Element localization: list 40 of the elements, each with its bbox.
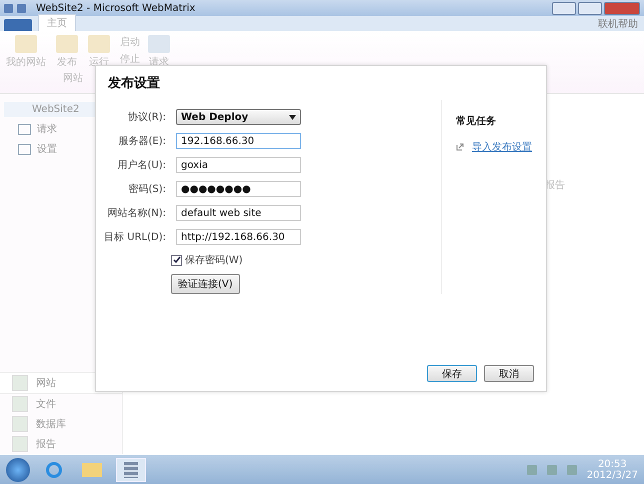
dropdown-caret-icon <box>289 114 296 120</box>
app-taskbar-icon[interactable] <box>116 458 146 482</box>
clock[interactable]: 20:53 2012/3/27 <box>586 458 638 480</box>
import-link[interactable]: 导入发布设置 <box>472 140 532 154</box>
field-label: 网站名称(N): <box>106 206 166 220</box>
verify-button[interactable]: 验证连接(V) <box>171 274 240 294</box>
field-label: 协议(R): <box>126 110 166 124</box>
ribbon-tab[interactable]: 主页 <box>38 14 76 31</box>
protocol-dropdown[interactable]: Web Deploy <box>176 109 301 125</box>
nav-item[interactable]: 文件 <box>0 394 122 414</box>
restore-button[interactable] <box>578 2 602 14</box>
window-title: WebSite2 - Microsoft WebMatrix <box>36 2 196 14</box>
field-label: 服务器(E): <box>118 135 166 148</box>
input-field[interactable]: goxia <box>176 157 301 173</box>
external-link-icon <box>456 143 464 151</box>
dialog-button[interactable]: 取消 <box>484 365 534 382</box>
checkbox-label[interactable]: 保存密码(W) <box>185 253 243 267</box>
help-link[interactable]: 联机帮助 <box>598 16 644 30</box>
tree-item[interactable]: 请求 <box>4 121 118 137</box>
group-label: 网站 <box>63 72 83 85</box>
input-field[interactable]: 192.168.66.30 <box>176 133 301 149</box>
tree-item[interactable]: 设置 <box>4 141 118 157</box>
checkbox[interactable] <box>171 254 182 266</box>
ribbon-small-button[interactable]: 启动 <box>120 35 140 49</box>
field-label: 用户名(U): <box>116 158 166 172</box>
ribbon-button[interactable]: 我的网站 <box>6 35 46 69</box>
field-label: 目标 URL(D): <box>103 230 166 244</box>
nav-item[interactable]: 报告 <box>0 434 122 454</box>
minimize-button[interactable] <box>552 2 576 14</box>
dialog-title: 发布设置 <box>106 75 161 92</box>
start-button[interactable] <box>6 458 30 482</box>
ribbon-small-button[interactable]: 停止 <box>120 52 140 66</box>
password-field[interactable]: ●●●●●●●● <box>176 181 301 197</box>
dialog-button[interactable]: 保存 <box>427 365 477 382</box>
input-field[interactable]: default web site <box>176 205 301 221</box>
nav-item[interactable]: 数据库 <box>0 414 122 434</box>
tasks-title: 常见任务 <box>456 114 497 128</box>
close-button[interactable] <box>604 2 640 14</box>
field-label: 密码(S): <box>127 182 166 196</box>
input-field[interactable]: http://192.168.66.30 <box>176 229 301 245</box>
